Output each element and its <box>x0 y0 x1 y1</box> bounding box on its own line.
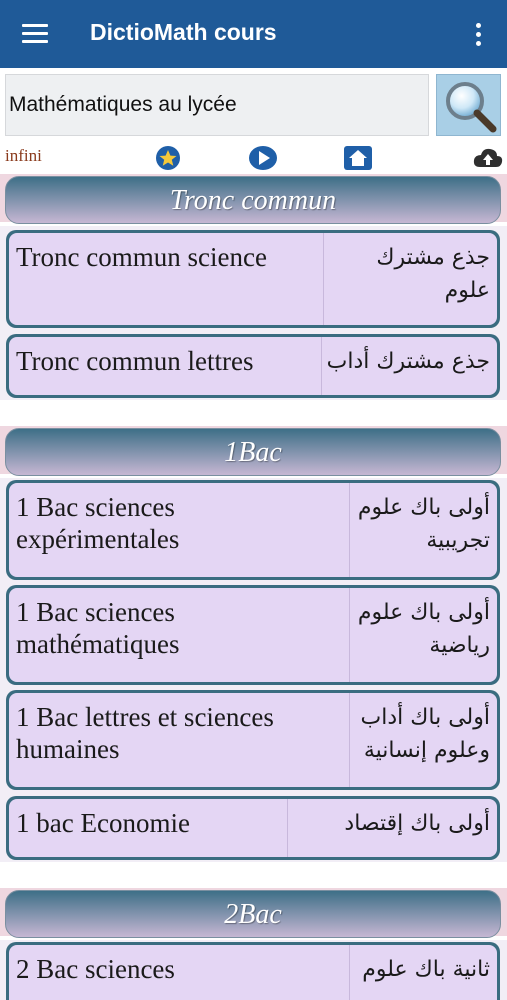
play-icon[interactable] <box>248 145 278 171</box>
app-title: DictioMath cours <box>90 19 277 45</box>
section-header: 2Bac <box>5 890 501 938</box>
home-icon[interactable] <box>343 145 373 171</box>
item-arabic-label: ثانية باك علوم <box>349 945 497 1000</box>
toolbar: infini <box>0 142 507 174</box>
list-item[interactable]: 1 Bac lettres et sciences humaines أولى … <box>6 690 500 790</box>
infini-link[interactable]: infini <box>5 146 42 166</box>
item-french-label: 1 bac Economie <box>16 808 190 838</box>
item-french-label: Tronc commun lettres <box>16 346 254 376</box>
list-item[interactable]: 1 Bac sciences expérimentales أولى باك ع… <box>6 480 500 580</box>
section-header: 1Bac <box>5 428 501 476</box>
list-item[interactable]: 2 Bac sciences ثانية باك علوم <box>6 942 500 1000</box>
cloud-upload-icon[interactable] <box>472 145 504 171</box>
item-arabic-label: أولى باك علوم رياضية <box>349 588 497 682</box>
magnifier-icon <box>446 82 497 133</box>
item-arabic-label: أولى باك إقتصاد <box>287 799 497 857</box>
search-bar: Mathématiques au lycée <box>0 68 507 142</box>
list-item[interactable]: Tronc commun science جذع مشترك علوم <box>6 230 500 328</box>
list-item[interactable]: 1 Bac sciences mathématiques أولى باك عل… <box>6 585 500 685</box>
item-arabic-label: أولى باك علوم تجريبية <box>349 483 497 577</box>
star-icon[interactable] <box>154 145 182 171</box>
section-title: Tronc commun <box>169 185 337 216</box>
search-input[interactable]: Mathématiques au lycée <box>5 74 429 136</box>
list-item[interactable]: Tronc commun lettres جذع مشترك أداب <box>6 334 500 398</box>
item-arabic-label: جذع مشترك أداب <box>321 337 497 395</box>
section-header: Tronc commun <box>5 176 501 224</box>
list-item[interactable]: 1 bac Economie أولى باك إقتصاد <box>6 796 500 860</box>
item-french-label: 1 Bac sciences expérimentales <box>16 492 180 554</box>
course-list[interactable]: Tronc commun Tronc commun science جذع مش… <box>0 174 507 1000</box>
search-button[interactable] <box>436 74 501 136</box>
section-title: 2Bac <box>224 899 282 930</box>
item-french-label: Tronc commun science <box>16 242 267 272</box>
hamburger-menu-icon[interactable] <box>22 24 48 44</box>
section-title: 1Bac <box>224 437 282 468</box>
item-arabic-label: جذع مشترك علوم <box>323 233 497 325</box>
item-french-label: 1 Bac sciences mathématiques <box>16 597 180 659</box>
item-arabic-label: أولى باك أداب وعلوم إنسانية <box>349 693 497 787</box>
app-bar: DictioMath cours <box>0 0 507 68</box>
item-french-label: 1 Bac lettres et sciences humaines <box>16 702 274 764</box>
more-vert-icon[interactable] <box>474 23 484 47</box>
item-french-label: 2 Bac sciences <box>16 954 175 984</box>
